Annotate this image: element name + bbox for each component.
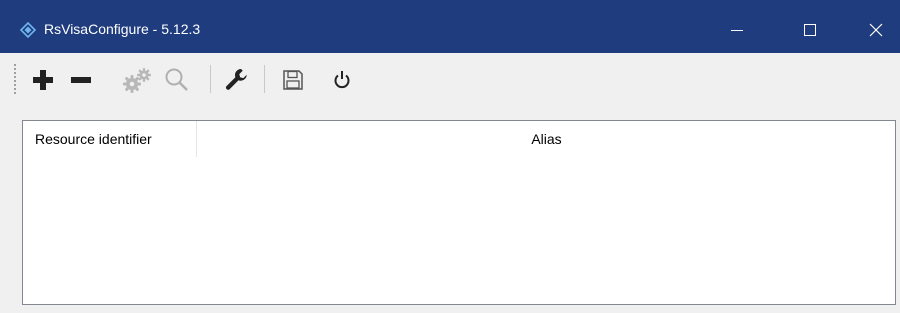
maximize-button[interactable]	[787, 10, 833, 50]
toolbar-grip[interactable]	[13, 62, 17, 98]
search-icon	[165, 68, 188, 91]
title-bar[interactable]: RsVisaConfigure - 5.12.3	[0, 0, 900, 53]
minimize-button[interactable]	[714, 10, 760, 50]
maximize-icon	[804, 24, 816, 36]
power-icon	[334, 71, 350, 89]
save-button[interactable]	[276, 63, 310, 97]
minimize-icon	[731, 30, 743, 31]
rs-diamond-icon	[19, 21, 37, 39]
resource-list[interactable]: Resource identifier Alias	[22, 120, 896, 305]
settings-button[interactable]	[121, 63, 155, 97]
save-icon	[283, 70, 303, 90]
remove-button[interactable]	[64, 63, 98, 97]
remove-icon	[71, 77, 91, 83]
search-button[interactable]	[160, 63, 194, 97]
column-header-resource-identifier[interactable]: Resource identifier	[23, 121, 197, 157]
settings-gears-icon	[123, 68, 151, 93]
add-button[interactable]	[26, 63, 60, 97]
toolbar-separator	[210, 65, 211, 93]
column-header-alias[interactable]: Alias	[198, 121, 895, 157]
window-title: RsVisaConfigure - 5.12.3	[44, 21, 201, 37]
toolbar-separator	[264, 65, 265, 93]
close-icon	[869, 23, 883, 37]
power-button[interactable]	[325, 63, 359, 97]
toolbar	[0, 53, 900, 105]
wrench-button[interactable]	[220, 63, 254, 97]
add-icon	[33, 70, 53, 90]
wrench-icon	[225, 68, 247, 90]
close-button[interactable]	[853, 10, 899, 50]
